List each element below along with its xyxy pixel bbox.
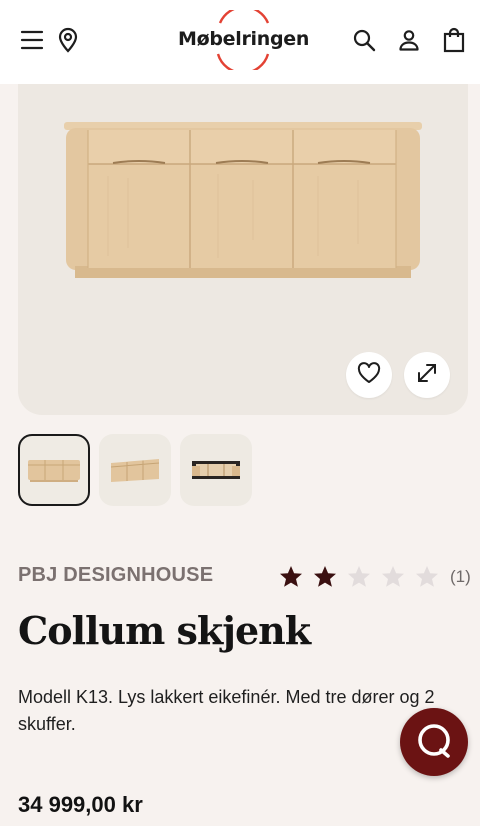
- search-icon[interactable]: [348, 24, 380, 56]
- product-main-image[interactable]: [18, 84, 468, 415]
- review-count[interactable]: (1): [450, 567, 471, 587]
- thumbnail-2[interactable]: [99, 434, 171, 506]
- site-header: Møbelringen: [0, 0, 480, 84]
- sideboard-illustration: [64, 122, 422, 278]
- user-icon[interactable]: [393, 24, 425, 56]
- rating-stars[interactable]: [274, 563, 444, 589]
- star-icon: [308, 563, 342, 589]
- menu-icon[interactable]: [16, 24, 48, 56]
- thumbnail-image: [28, 460, 80, 482]
- thumbnail-image: [192, 461, 240, 479]
- logo-text: Møbelringen: [178, 28, 310, 50]
- thumbnail-image: [110, 459, 160, 482]
- chat-button[interactable]: [400, 708, 468, 776]
- thumbnail-1[interactable]: [18, 434, 90, 506]
- favorite-button[interactable]: [346, 352, 392, 398]
- thumbnail-3[interactable]: [180, 434, 252, 506]
- expand-icon: [415, 361, 439, 390]
- location-pin-icon[interactable]: [52, 24, 84, 56]
- product-brand[interactable]: PBJ DESIGNHOUSE: [18, 564, 213, 587]
- fullscreen-button[interactable]: [404, 352, 450, 398]
- heart-icon: [357, 361, 381, 389]
- star-empty-icon: [410, 563, 444, 589]
- product-price: 34 999,00 kr: [18, 792, 143, 817]
- product-title: Collum skjenk: [18, 608, 311, 653]
- star-empty-icon: [342, 563, 376, 589]
- chat-icon: [415, 721, 453, 764]
- star-icon: [274, 563, 308, 589]
- star-empty-icon: [376, 563, 410, 589]
- product-description: Modell K13. Lys lakkert eikefinér. Med t…: [18, 687, 435, 734]
- site-logo[interactable]: Møbelringen: [178, 10, 310, 70]
- shopping-bag-icon[interactable]: [438, 24, 470, 56]
